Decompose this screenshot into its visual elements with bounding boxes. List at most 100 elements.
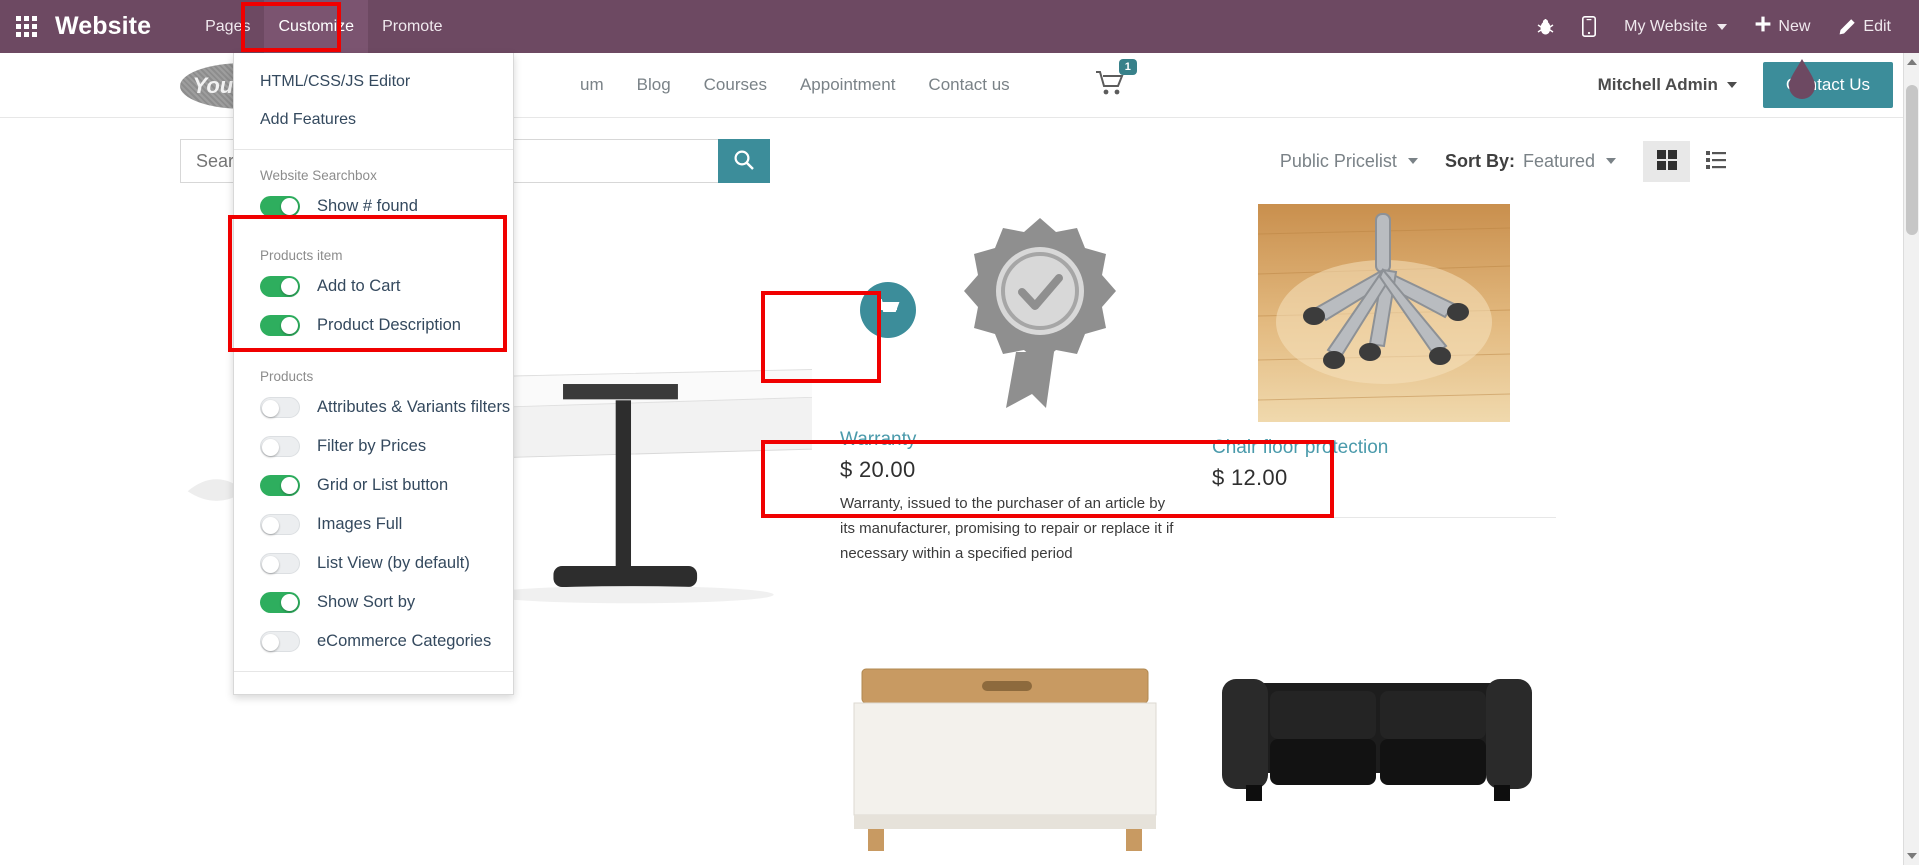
grid-view-icon <box>1656 149 1678 174</box>
toggle-images-full[interactable]: Images Full <box>234 505 513 544</box>
cart-button[interactable]: 1 <box>1095 58 1137 101</box>
sort-by-label: Sort By: <box>1444 150 1515 171</box>
menu-item-add-features[interactable]: Add Features <box>234 101 513 139</box>
switch-on-icon[interactable] <box>260 196 300 217</box>
grid-view-button[interactable] <box>1643 140 1690 182</box>
toggle-label: List View (by default) <box>317 554 470 572</box>
toggle-label: Add to Cart <box>317 277 401 295</box>
snippet-drop-marker-icon <box>1789 59 1815 99</box>
toggle-list-view-by-default[interactable]: List View (by default) <box>234 544 513 583</box>
mobile-preview-button[interactable] <box>1568 0 1610 54</box>
sort-by-value: Featured <box>1522 150 1595 171</box>
customize-dropdown-menu: HTML/CSS/JS Editor Add Features Website … <box>233 53 514 695</box>
nav-link-courses[interactable]: Courses <box>704 75 767 95</box>
pricelist-dropdown[interactable]: Public Pricelist <box>1280 151 1418 172</box>
switch-off-icon[interactable] <box>260 514 300 535</box>
product-card-sofa[interactable] <box>1212 653 1584 858</box>
chair-floor-mat-photo <box>1257 204 1511 422</box>
chevron-down-icon <box>1606 158 1616 164</box>
black-leather-sofa-photo <box>1212 653 1542 853</box>
new-button[interactable]: New <box>1741 0 1824 54</box>
scroll-up-arrow-icon[interactable] <box>1907 59 1917 65</box>
scrollbar-thumb[interactable] <box>1906 85 1918 235</box>
switch-off-icon[interactable] <box>260 631 300 652</box>
bug-icon <box>1537 18 1554 36</box>
toggle-label: Filter by Prices <box>317 437 427 455</box>
plus-icon <box>1755 16 1771 37</box>
bug-report-button[interactable] <box>1523 1 1568 53</box>
pricelist-label: Public Pricelist <box>1279 150 1397 171</box>
nav-link-contact-us[interactable]: Contact us <box>928 75 1009 95</box>
product-price: $ 20.00 <box>840 457 916 482</box>
switch-off-icon[interactable] <box>260 553 300 574</box>
toggle-show-sort-by[interactable]: Show Sort by <box>234 583 513 622</box>
warranty-badge-icon <box>964 218 1116 408</box>
website-selector-label: My Website <box>1624 18 1708 35</box>
group-title-website-searchbox: Website Searchbox <box>260 168 377 183</box>
chevron-down-icon <box>1407 158 1418 164</box>
toggle-grid-or-list-button[interactable]: Grid or List button <box>234 466 513 505</box>
list-view-button[interactable] <box>1692 141 1739 182</box>
switch-on-icon[interactable] <box>260 276 300 297</box>
add-to-cart-icon <box>876 297 900 324</box>
product-name[interactable]: Chair floor protection <box>1212 437 1556 459</box>
user-menu-label: Mitchell Admin <box>1597 75 1718 94</box>
sort-by-dropdown[interactable]: Sort By: Featured <box>1445 151 1616 172</box>
toggle-label: Show # found <box>317 197 418 215</box>
edit-button[interactable]: Edit <box>1824 0 1905 53</box>
product-description: Warranty, issued to the purchaser of an … <box>840 495 1174 562</box>
switch-off-icon[interactable] <box>260 397 300 418</box>
toggle-product-description[interactable]: Product Description <box>234 306 513 345</box>
edit-button-label: Edit <box>1863 18 1891 35</box>
switch-on-icon[interactable] <box>260 315 300 336</box>
mobile-preview-icon <box>1582 16 1597 37</box>
nav-link-um[interactable]: um <box>580 75 604 95</box>
app-name: Website <box>55 12 152 40</box>
toggle-label: eCommerce Categories <box>317 632 492 650</box>
new-button-label: New <box>1778 18 1811 35</box>
view-toggle-group <box>1643 140 1739 182</box>
product-price: $ 12.00 <box>1212 465 1288 490</box>
menu-pages[interactable]: Pages <box>191 0 264 53</box>
nav-link-blog[interactable]: Blog <box>637 75 671 95</box>
menu-item-html-css-js-editor[interactable]: HTML/CSS/JS Editor <box>234 63 513 101</box>
switch-on-icon[interactable] <box>260 592 300 613</box>
product-card-chair-floor-protection[interactable]: Chair floor protection $ 12.00 <box>1212 204 1584 611</box>
cart-count-badge: 1 <box>1118 58 1137 75</box>
user-menu[interactable]: Mitchell Admin <box>1598 75 1737 95</box>
shop-toolbar-right: Public Pricelist Sort By: Featured <box>1280 140 1739 182</box>
toggle-add-to-cart[interactable]: Add to Cart <box>234 267 513 306</box>
nav-link-appointment[interactable]: Appointment <box>800 75 895 95</box>
switch-on-icon[interactable] <box>260 475 300 496</box>
menu-customize[interactable]: Customize <box>264 0 369 53</box>
website-selector[interactable]: My Website <box>1610 0 1741 53</box>
divider <box>1212 517 1556 518</box>
toggle-ecommerce-categories[interactable]: eCommerce Categories <box>234 622 513 661</box>
odoo-top-bar-right: My Website New Edit <box>1523 0 1919 54</box>
apps-grid-icon[interactable] <box>16 16 37 37</box>
toggle-label: Attributes & Variants filters <box>317 398 511 416</box>
magnifier-icon <box>733 149 755 174</box>
product-card-warranty[interactable]: Warranty $ 20.00 Warranty, issued to the… <box>840 204 1212 611</box>
search-button[interactable] <box>718 139 770 183</box>
group-title-products-item: Products item <box>260 248 343 263</box>
odoo-top-bar: Website Pages Customize Promote My Websi… <box>0 0 1919 53</box>
site-nav: um Blog Courses Appointment Contact us 1 <box>580 58 1137 101</box>
chevron-down-icon <box>1726 82 1737 88</box>
add-to-cart-button[interactable] <box>860 282 916 338</box>
pencil-icon <box>1838 18 1856 36</box>
switch-off-icon[interactable] <box>260 436 300 457</box>
chevron-down-icon <box>1717 23 1728 30</box>
toggle-filter-by-prices[interactable]: Filter by Prices <box>234 427 513 466</box>
menu-promote[interactable]: Promote <box>368 0 456 53</box>
toggle-label: Show Sort by <box>317 593 416 611</box>
product-name[interactable]: Warranty <box>840 429 1184 451</box>
toggle-label: Product Description <box>317 316 461 334</box>
page-scrollbar[interactable] <box>1903 53 1919 865</box>
toggle-label: Grid or List button <box>317 476 449 494</box>
contact-us-button[interactable]: Contact Us <box>1762 62 1893 108</box>
scroll-down-arrow-icon[interactable] <box>1907 853 1917 859</box>
product-card-storage-bench[interactable] <box>840 653 1212 858</box>
toggle-show-num-found[interactable]: Show # found <box>234 187 513 226</box>
toggle-attributes-variants-filters[interactable]: Attributes & Variants filters <box>234 388 513 427</box>
